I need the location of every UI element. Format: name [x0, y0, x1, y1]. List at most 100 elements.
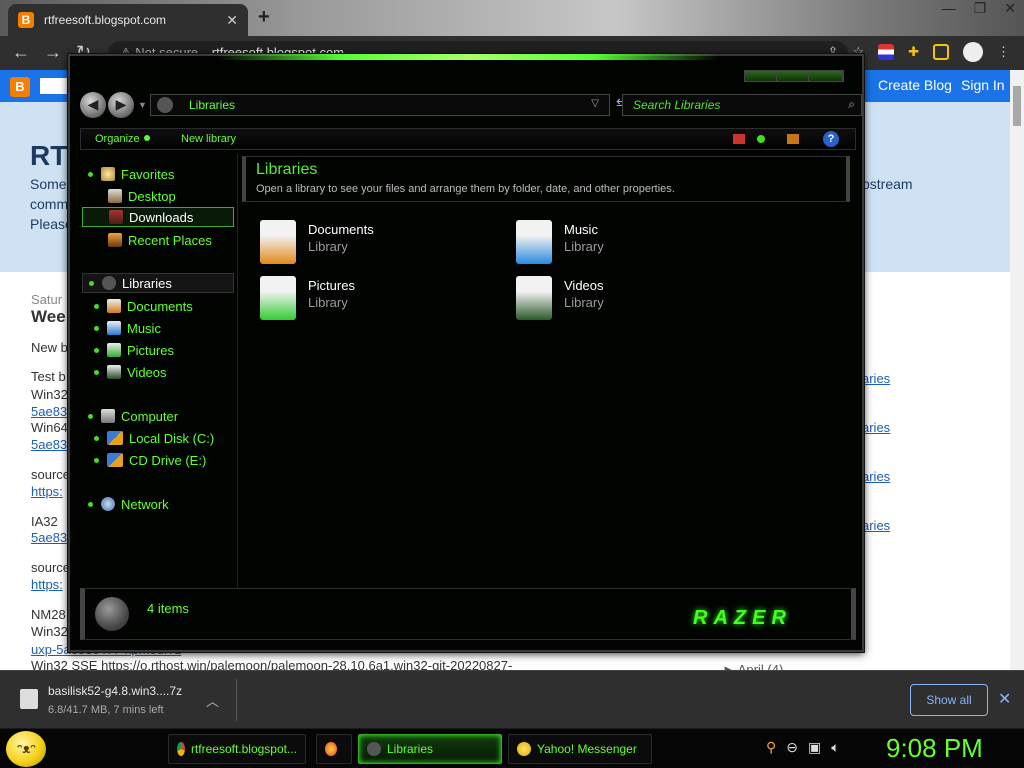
- nav-desktop[interactable]: Desktop: [108, 186, 176, 206]
- expand-bullet-icon: [94, 325, 99, 331]
- help-icon[interactable]: ?: [823, 131, 839, 147]
- taskbar: ᵔᴥᵔ rtfreesoft.blogspot... Libraries Yah…: [0, 728, 1024, 768]
- sidebar-icon[interactable]: [933, 44, 949, 60]
- organize-button[interactable]: Organize: [95, 133, 150, 145]
- new-library-button[interactable]: New library: [181, 133, 236, 145]
- sidebar-link[interactable]: aries: [862, 420, 890, 435]
- explorer-back-button[interactable]: ◀: [80, 92, 106, 118]
- view-dropdown-icon[interactable]: [757, 135, 765, 143]
- tab-title: rtfreesoft.blogspot.com: [44, 13, 167, 27]
- show-all-button[interactable]: Show all: [910, 684, 988, 716]
- post-link[interactable]: 5ae83: [31, 404, 67, 419]
- profile-avatar[interactable]: [963, 42, 983, 62]
- close-window-button[interactable]: ✕: [1004, 0, 1016, 17]
- expand-bullet-icon: [88, 171, 93, 177]
- nav-network[interactable]: Network: [88, 494, 169, 514]
- music-icon: [107, 321, 121, 335]
- pictures-icon: [107, 343, 121, 357]
- volume-icon[interactable]: 🔈︎: [831, 739, 839, 756]
- address-path[interactable]: Libraries: [189, 98, 235, 112]
- blog-title[interactable]: RT: [30, 140, 67, 172]
- nav-label: Pictures: [127, 342, 174, 358]
- search-tray-icon[interactable]: ⚲: [766, 739, 776, 756]
- nav-computer[interactable]: Computer: [88, 406, 178, 426]
- sign-in-link[interactable]: Sign In: [961, 77, 1005, 93]
- forward-arrow-icon[interactable]: →: [44, 42, 62, 63]
- address-dropdown-icon[interactable]: ▽: [591, 98, 599, 109]
- expand-bullet-icon: [94, 457, 99, 463]
- sidebar-link[interactable]: aries: [862, 518, 890, 533]
- chevron-up-icon[interactable]: ︿: [206, 691, 219, 710]
- explorer-forward-button[interactable]: ▶: [108, 92, 134, 118]
- library-music[interactable]: Music Library: [516, 218, 736, 268]
- back-arrow-icon[interactable]: ←: [12, 42, 30, 63]
- new-tab-button[interactable]: +: [258, 6, 270, 29]
- nav-label: Favorites: [121, 166, 175, 182]
- download-filename[interactable]: basilisk52-g4.8.win3....7z: [48, 684, 182, 698]
- scrollbar-thumb[interactable]: [1013, 86, 1021, 126]
- post-date: Satur: [31, 292, 63, 307]
- explorer-address-bar[interactable]: Libraries ▽: [150, 94, 610, 116]
- browser-tab[interactable]: B rtfreesoft.blogspot.com ✕: [8, 4, 248, 36]
- yahoo-messenger-icon: [517, 742, 531, 756]
- nav-documents[interactable]: Documents: [94, 296, 193, 316]
- restore-button[interactable]: ❐: [974, 0, 987, 17]
- library-pictures[interactable]: Pictures Library: [260, 274, 480, 324]
- nav-recent-places[interactable]: Recent Places: [108, 230, 212, 250]
- puzzle-extension-icon[interactable]: ✚: [908, 44, 919, 60]
- sidebar-link[interactable]: aries: [862, 469, 890, 484]
- explorer-caption-buttons: [744, 70, 844, 82]
- search-icon[interactable]: ⌕: [848, 97, 855, 112]
- menu-kebab-icon[interactable]: ⋮: [997, 44, 1010, 60]
- nav-music[interactable]: Music: [94, 318, 161, 338]
- post-text: Test b: [31, 369, 66, 384]
- explorer-search-input[interactable]: Search Libraries ⌕: [622, 94, 862, 116]
- blogger-logo-icon[interactable]: B: [10, 77, 30, 97]
- favorites-star-icon: [101, 167, 115, 181]
- close-download-bar-icon[interactable]: ✕: [998, 689, 1011, 709]
- minimize-button[interactable]: —: [942, 0, 956, 17]
- taskbar-item-yahoo-messenger[interactable]: Yahoo! Messenger: [508, 734, 652, 764]
- libraries-description: Open a library to see your files and arr…: [256, 183, 675, 195]
- start-button[interactable]: ᵔᴥᵔ: [6, 731, 46, 767]
- post-text: NM28: [31, 607, 66, 622]
- explorer-maximize-button[interactable]: [777, 71, 809, 81]
- taskbar-clock[interactable]: 9:08 PM: [886, 733, 983, 764]
- taskbar-item-libraries[interactable]: Libraries: [358, 734, 502, 764]
- post-link[interactable]: 5ae83: [31, 530, 67, 545]
- taskbar-item-chrome[interactable]: rtfreesoft.blogspot...: [168, 734, 306, 764]
- post-link[interactable]: https:: [31, 577, 63, 592]
- nav-videos[interactable]: Videos: [94, 362, 167, 382]
- explorer-minimize-button[interactable]: [745, 71, 777, 81]
- nav-downloads[interactable]: Downloads: [82, 207, 234, 227]
- nav-libraries[interactable]: Libraries: [82, 273, 234, 293]
- post-link[interactable]: https:: [31, 484, 63, 499]
- sidebar-link[interactable]: aries: [862, 371, 890, 386]
- library-type: Library: [308, 295, 348, 310]
- post-link[interactable]: 5ae83: [31, 437, 67, 452]
- page-scrollbar[interactable]: [1010, 70, 1024, 670]
- explorer-close-button[interactable]: [809, 71, 843, 81]
- download-bar: basilisk52-g4.8.win3....7z 6.8/41.7 MB, …: [0, 670, 1024, 728]
- nav-local-disk[interactable]: Local Disk (C:): [94, 428, 214, 448]
- blog-desc-line: comm: [30, 196, 69, 212]
- view-options-icon[interactable]: [733, 134, 745, 144]
- post-heading[interactable]: Wee: [31, 307, 66, 327]
- tab-close-icon[interactable]: ✕: [226, 12, 238, 29]
- details-pane: 4 items RAZER: [80, 588, 856, 640]
- nav-label: Desktop: [128, 188, 176, 204]
- nav-pictures[interactable]: Pictures: [94, 340, 174, 360]
- taskbar-item-firefox[interactable]: [316, 734, 352, 764]
- flag-extension-icon[interactable]: [878, 44, 895, 60]
- nav-cd-drive[interactable]: CD Drive (E:): [94, 450, 206, 470]
- create-blog-link[interactable]: Create Blog: [878, 77, 952, 93]
- post-text: source: [31, 560, 71, 575]
- library-documents[interactable]: Documents Library: [260, 218, 480, 268]
- network-tray-icon[interactable]: ▣: [808, 739, 821, 756]
- preview-pane-icon[interactable]: [787, 134, 799, 144]
- recent-pages-dropdown-icon[interactable]: ▼: [138, 100, 147, 110]
- nav-favorites[interactable]: Favorites: [88, 164, 174, 184]
- tray-app-icon[interactable]: ⊖: [786, 739, 798, 756]
- library-videos[interactable]: Videos Library: [516, 274, 736, 324]
- blog-search-input[interactable]: [40, 78, 70, 94]
